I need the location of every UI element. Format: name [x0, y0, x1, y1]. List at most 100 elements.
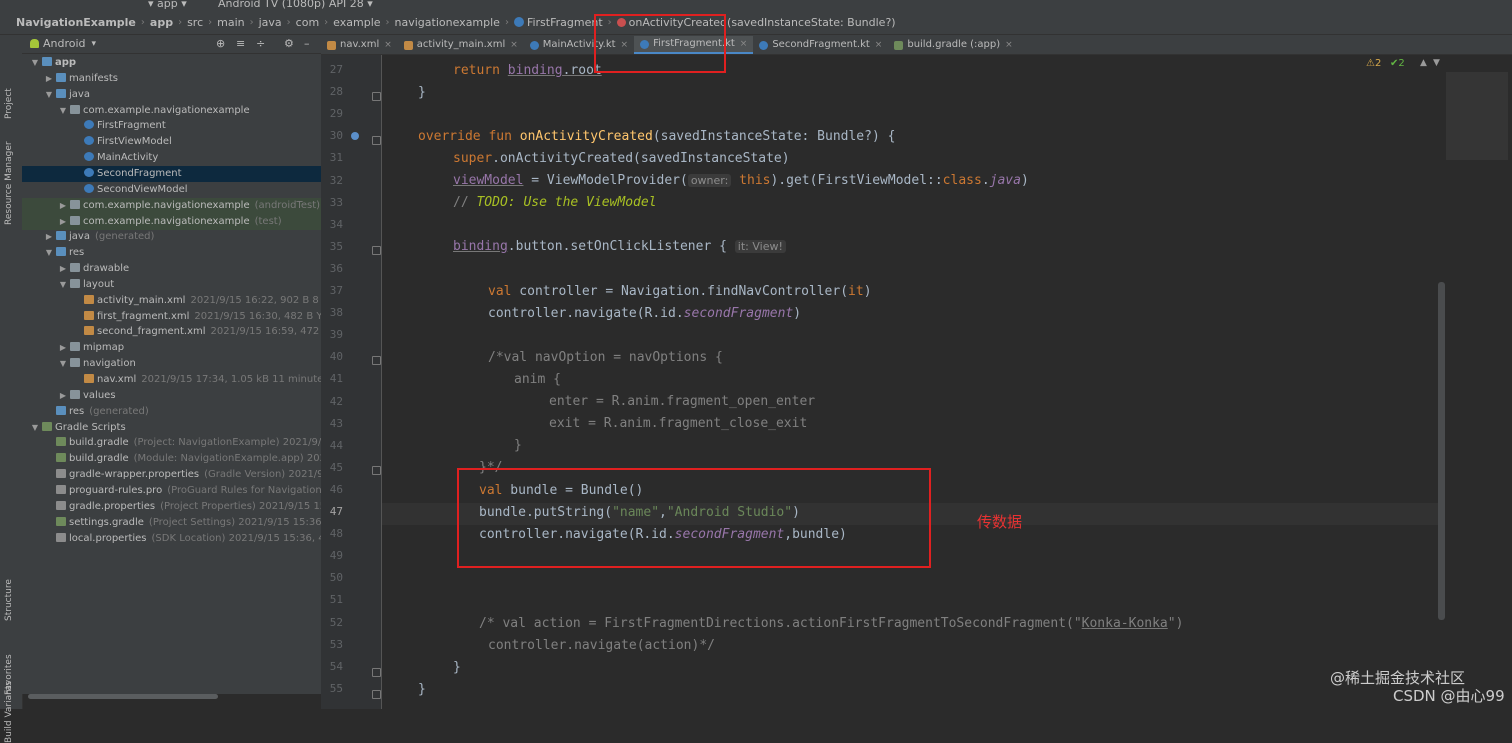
tree-item[interactable]: ▼ com.example.navigationexample	[22, 103, 321, 119]
line-number: 53	[329, 637, 343, 651]
tree-item[interactable]: FirstFragment	[22, 118, 321, 134]
tree-item[interactable]: res (generated)	[22, 404, 321, 420]
chevron-up-icon[interactable]: ▲	[1420, 58, 1427, 68]
build-variants-tool-tab[interactable]: Build Variants	[4, 681, 14, 743]
breadcrumb-label: NavigationExample	[16, 15, 136, 29]
tree-item[interactable]: ▼ layout	[22, 277, 321, 293]
run-config-select[interactable]: ▾ app ▾	[148, 0, 187, 10]
close-icon[interactable]: ×	[510, 36, 518, 54]
breadcrumb-item[interactable]: java	[257, 16, 284, 29]
tree-item[interactable]: ▼ java	[22, 87, 321, 103]
hide-panel-icon[interactable]: –	[304, 37, 310, 50]
fold-marker-icon[interactable]	[372, 668, 381, 677]
expand-all-icon[interactable]: ≡	[236, 37, 245, 50]
chevron-down-icon[interactable]: ▼	[44, 245, 54, 261]
tree-item[interactable]: ▼ app	[22, 55, 321, 71]
chevron-right-icon[interactable]: ▶	[58, 388, 68, 404]
fold-marker-icon[interactable]	[372, 246, 381, 255]
chevron-down-icon[interactable]: ▼	[44, 87, 54, 103]
project-tool-tab[interactable]: Project	[4, 88, 14, 119]
chevron-down-icon[interactable]: ▼	[30, 420, 40, 436]
override-marker-icon[interactable]	[351, 132, 359, 140]
property-ref: java	[989, 173, 1021, 188]
breadcrumb-item[interactable]: example	[331, 16, 382, 29]
tree-item[interactable]: ▼ res	[22, 245, 321, 261]
tree-item[interactable]: proguard-rules.pro (ProGuard Rules for Na…	[22, 483, 321, 499]
chevron-right-icon[interactable]: ▶	[58, 340, 68, 356]
chevron-down-icon[interactable]: ▼	[30, 55, 40, 71]
tree-item[interactable]: local.properties (SDK Location) 2021/9/15…	[22, 531, 321, 547]
fold-marker-icon[interactable]	[372, 356, 381, 365]
editor-tab[interactable]: SecondFragment.kt ×	[753, 36, 888, 54]
tree-item[interactable]: ▶ mipmap	[22, 340, 321, 356]
tree-item[interactable]: build.gradle (Module: NavigationExample.a…	[22, 451, 321, 467]
breadcrumb-item[interactable]: app	[148, 16, 175, 29]
breadcrumb-item[interactable]: com	[294, 16, 322, 29]
tree-item[interactable]: ▶ com.example.navigationexample (test)	[22, 213, 321, 230]
code-editor[interactable]: return binding.root } override fun onAct…	[382, 55, 1442, 709]
chevron-down-icon[interactable]: ▼	[58, 103, 68, 119]
chevron-down-icon[interactable]: ▼	[58, 277, 68, 293]
tree-item[interactable]: settings.gradle (Project Settings) 2021/9…	[22, 515, 321, 531]
code-minimap[interactable]	[1446, 72, 1508, 160]
tree-item[interactable]: gradle-wrapper.properties (Gradle Version…	[22, 467, 321, 483]
chevron-right-icon[interactable]: ▶	[58, 198, 68, 214]
locate-icon[interactable]: ⊕	[216, 37, 225, 50]
tree-item-label: drawable	[83, 263, 130, 275]
close-icon[interactable]: ×	[1005, 36, 1013, 54]
editor-vertical-scrollbar[interactable]	[1438, 282, 1445, 620]
breadcrumb-item[interactable]: src	[185, 16, 205, 29]
chevron-right-icon[interactable]: ▶	[58, 214, 68, 230]
tree-item[interactable]: second_fragment.xml 2021/9/15 16:59, 472 …	[22, 324, 321, 340]
tree-item[interactable]: FirstViewModel	[22, 134, 321, 150]
warning-count[interactable]: ⚠2	[1366, 58, 1381, 69]
view-mode-select[interactable]: Android ▾	[30, 37, 96, 50]
breadcrumb-item[interactable]: NavigationExample	[14, 16, 138, 29]
tree-item[interactable]: SecondViewModel	[22, 182, 321, 198]
tree-item[interactable]: first_fragment.xml 2021/9/15 16:30, 482 B…	[22, 309, 321, 325]
chevron-down-icon[interactable]: ▼	[58, 356, 68, 372]
editor-tab[interactable]: nav.xml ×	[321, 36, 398, 54]
weak-warning-count[interactable]: ✔2	[1390, 58, 1405, 69]
close-icon[interactable]: ×	[384, 36, 392, 54]
breadcrumb-item[interactable]: FirstFragment	[512, 16, 605, 29]
tree-item-meta: (Project Settings) 2021/9/15 15:36, 292 …	[148, 516, 321, 528]
close-icon[interactable]: ×	[740, 35, 748, 53]
breadcrumb-item[interactable]: navigationexample	[393, 16, 502, 29]
tree-item[interactable]: SecondFragment	[22, 165, 321, 182]
xml-file-icon	[327, 40, 336, 50]
editor-tab[interactable]: build.gradle (:app) ×	[888, 36, 1018, 54]
tree-item[interactable]: ▶ com.example.navigationexample (androidTe…	[22, 197, 321, 214]
project-tree-horizontal-scrollbar[interactable]	[28, 694, 218, 699]
resource-manager-tool-tab[interactable]: Resource Manager	[4, 141, 14, 225]
close-icon[interactable]: ×	[875, 36, 883, 54]
structure-tool-tab[interactable]: Structure	[4, 579, 14, 621]
fold-marker-icon[interactable]	[372, 466, 381, 475]
tree-item[interactable]: ▼ navigation	[22, 356, 321, 372]
editor-tab[interactable]: activity_main.xml ×	[398, 36, 524, 54]
fold-marker-icon[interactable]	[372, 690, 381, 699]
tree-item[interactable]: ▼ Gradle Scripts	[22, 420, 321, 436]
tree-item[interactable]: MainActivity	[22, 150, 321, 166]
collapse-all-icon[interactable]: ÷	[256, 37, 265, 50]
fold-marker-icon[interactable]	[372, 92, 381, 101]
code-text: .	[981, 173, 990, 188]
tree-item[interactable]: ▶ drawable	[22, 261, 321, 277]
tree-item[interactable]: ▶ java (generated)	[22, 229, 321, 245]
device-select[interactable]: Android TV (1080p) API 28 ▾	[218, 0, 373, 10]
chevron-right-icon[interactable]: ▶	[58, 261, 68, 277]
tree-item[interactable]: gradle.properties (Project Properties) 20…	[22, 499, 321, 515]
tree-item[interactable]: build.gradle (Project: NavigationExample)…	[22, 435, 321, 451]
breadcrumb-item[interactable]: main	[215, 16, 246, 29]
tree-item[interactable]: nav.xml 2021/9/15 17:34, 1.05 kB 11 minut…	[22, 372, 321, 388]
chevron-right-icon[interactable]: ▶	[44, 71, 54, 87]
tree-item-label: build.gradle	[69, 453, 129, 465]
chevron-right-icon[interactable]: ▶	[44, 229, 54, 245]
properties-file-icon	[56, 484, 66, 494]
tree-item[interactable]: ▶ values	[22, 388, 321, 404]
tree-item[interactable]: activity_main.xml 2021/9/15 16:22, 902 B …	[22, 293, 321, 309]
chevron-down-icon[interactable]: ▼	[1433, 58, 1440, 68]
fold-marker-icon[interactable]	[372, 136, 381, 145]
gear-icon[interactable]: ⚙	[284, 37, 294, 50]
tree-item[interactable]: ▶ manifests	[22, 71, 321, 87]
